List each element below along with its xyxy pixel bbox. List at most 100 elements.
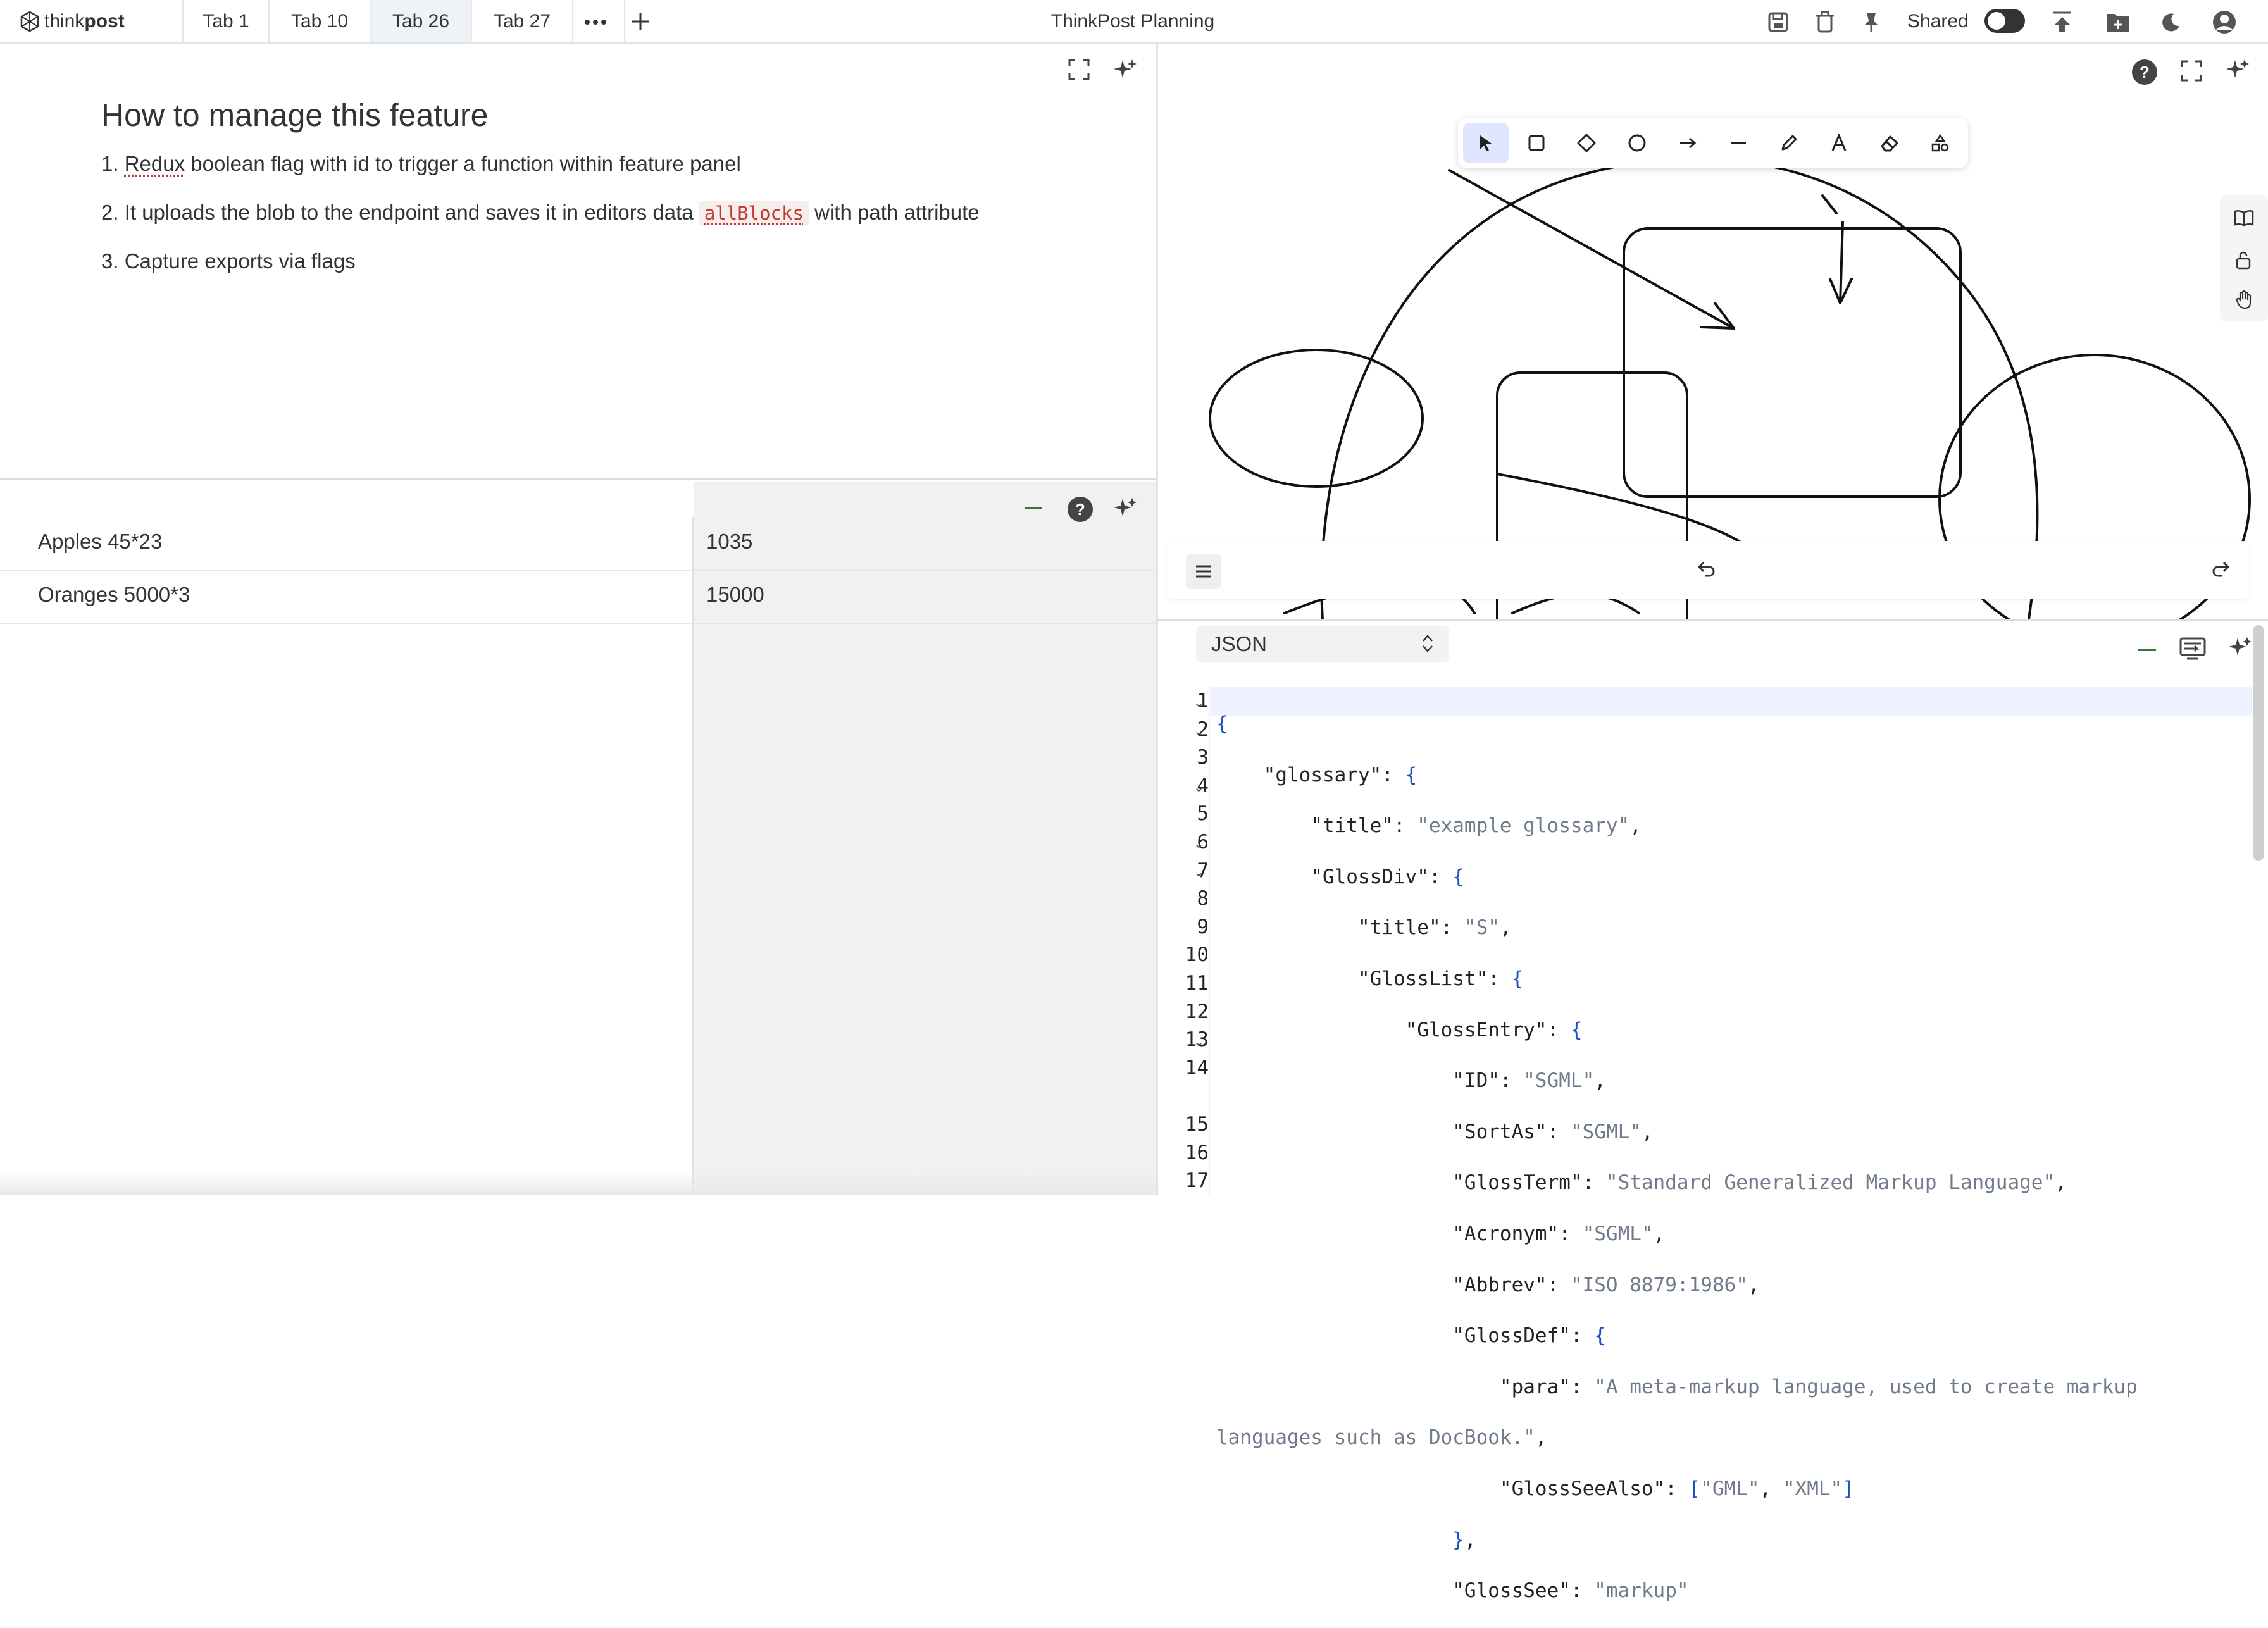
select-tool-icon[interactable] — [1463, 123, 1509, 163]
line-number: 3 — [1197, 746, 1209, 769]
doc-line-3: 3. Capture exports via flags — [101, 249, 356, 273]
chevron-updown-icon — [1421, 633, 1434, 659]
pin-icon[interactable] — [1855, 6, 1887, 38]
svg-text:?: ? — [1075, 500, 1085, 519]
line-tool-icon[interactable] — [1716, 123, 1761, 163]
canvas-footer — [1167, 541, 2249, 599]
code-line: "GlossSee": "markup" — [1216, 1579, 1689, 1603]
app-logo[interactable]: thinkpost — [19, 9, 125, 34]
dark-mode-icon[interactable] — [2155, 6, 2187, 38]
line-number: 14 — [1185, 1056, 1209, 1079]
ai-sparkle-icon[interactable] — [2225, 58, 2250, 86]
logo-text-suffix: post — [84, 11, 125, 32]
tab-1[interactable]: Tab 1 — [182, 0, 268, 42]
spreadsheet-panel: ? Apples 45*23 1035 Oranges 5000*3 15000 — [0, 482, 1156, 1195]
tab-27[interactable]: Tab 27 — [471, 0, 573, 42]
publish-upload-icon[interactable] — [2047, 6, 2078, 38]
sheet-row[interactable]: Oranges 5000*3 15000 — [0, 571, 1156, 624]
bottom-fade — [0, 1172, 1156, 1195]
user-avatar-icon[interactable] — [2209, 6, 2240, 38]
json-code-content[interactable]: { "glossary": { "title": "example glossa… — [1216, 687, 2252, 1628]
line-number-gutter: 1 2 3 4 5 6 7 8 9 10 11 12 13 14 15 16 17 — [1158, 687, 1209, 1195]
language-select-value: JSON — [1211, 632, 1268, 656]
code-line: "GlossEntry": { — [1216, 1018, 1583, 1041]
doc-heading: How to manage this feature — [101, 97, 489, 133]
minimize-icon[interactable] — [2136, 639, 2158, 664]
code-line: languages such as DocBook.", — [1216, 1426, 1547, 1450]
format-code-icon[interactable] — [2179, 637, 2206, 664]
doc-line-2-prefix: 2. It uploads the blob to the endpoint a… — [101, 201, 699, 224]
code-line: "Abbrev": "ISO 8879:1986", — [1216, 1273, 1760, 1296]
tab-label: Tab 10 — [290, 10, 349, 32]
doc-line-2: 2. It uploads the blob to the endpoint a… — [101, 201, 980, 225]
fullscreen-icon[interactable] — [2181, 60, 2202, 85]
more-tabs-icon[interactable] — [580, 6, 611, 38]
ellipse-tool-icon[interactable] — [1614, 123, 1660, 163]
tab-26[interactable]: Tab 26 — [370, 0, 471, 42]
sheet-row[interactable]: Apples 45*23 1035 — [0, 518, 1156, 571]
window-title: ThinkPost Planning — [1050, 11, 1215, 32]
line-number: 16 — [1185, 1141, 1209, 1164]
fold-chevron-icon[interactable]: ⌄ — [1193, 864, 1204, 880]
fold-chevron-icon[interactable]: ⌄ — [1193, 780, 1204, 795]
delete-icon[interactable] — [1809, 6, 1841, 38]
code-line: "title": "S", — [1216, 916, 1512, 940]
arrow-tool-icon[interactable] — [1665, 123, 1710, 163]
code-line: "ID": "SGML", — [1216, 1069, 1606, 1093]
doc-line-1: 1. Redux boolean flag with id to trigger… — [101, 152, 741, 176]
add-folder-icon[interactable] — [2102, 6, 2134, 38]
line-number: 9 — [1197, 915, 1209, 938]
hand-pan-icon[interactable] — [2235, 290, 2253, 313]
menu-icon[interactable] — [1186, 554, 1221, 589]
ai-sparkle-icon[interactable] — [2228, 635, 2253, 664]
tab-label: Tab 1 — [202, 10, 249, 32]
line-number: 5 — [1197, 802, 1209, 826]
fold-chevron-icon[interactable]: ⌄ — [1193, 1034, 1204, 1050]
sheet-cell-expression[interactable]: Oranges 5000*3 — [38, 583, 190, 607]
undo-icon[interactable] — [1697, 560, 1716, 581]
code-line: }, — [1452, 1528, 1476, 1551]
top-bar: thinkpost Tab 1 Tab 10 Tab 26 Tab 27 Thi… — [0, 0, 2268, 44]
pencil-tool-icon[interactable] — [1766, 123, 1812, 163]
lock-icon[interactable] — [2235, 251, 2252, 273]
sheet-cell-expression[interactable]: Apples 45*23 — [38, 530, 162, 554]
redo-icon[interactable] — [2211, 560, 2230, 581]
doc-line-1-rest: boolean flag with id to trigger a functi… — [185, 152, 741, 175]
add-tab-icon[interactable] — [624, 0, 656, 42]
ai-sparkle-icon[interactable] — [1112, 58, 1138, 86]
doc-line-1-redux: Redux — [124, 152, 185, 175]
code-line: "title": "example glossary", — [1216, 814, 1642, 838]
language-select[interactable]: JSON — [1196, 626, 1449, 662]
code-line: "para": "A meta-markup language, used to… — [1216, 1375, 2138, 1398]
line-number: 10 — [1185, 943, 1209, 967]
doc-inline-code: allBlocks — [699, 201, 809, 225]
rectangle-tool-icon[interactable] — [1514, 123, 1559, 163]
fold-chevron-icon[interactable]: ⌄ — [1193, 836, 1204, 852]
code-line: "GlossDiv": { — [1216, 865, 1464, 888]
shared-label: Shared — [1907, 11, 1969, 32]
library-book-icon[interactable] — [2234, 209, 2254, 230]
line-number: 11 — [1185, 971, 1209, 995]
help-icon[interactable]: ? — [2131, 59, 2158, 89]
code-line: { — [1216, 712, 1228, 735]
tab-10[interactable]: Tab 10 — [268, 0, 370, 42]
code-line: "GlossDef": { — [1216, 1324, 1606, 1348]
shared-toggle[interactable] — [1984, 9, 2025, 33]
doc-line-2-suffix: with path attribute — [808, 201, 980, 224]
eraser-tool-icon[interactable] — [1867, 123, 1912, 163]
diamond-tool-icon[interactable] — [1564, 123, 1610, 163]
shapes-library-icon[interactable] — [1917, 123, 1963, 163]
code-line: "GlossList": { — [1216, 967, 1524, 990]
save-icon[interactable] — [1762, 6, 1794, 38]
code-line: "GlossTerm": "Standard Generalized Marku… — [1216, 1171, 2067, 1195]
json-scrollbar[interactable] — [2253, 625, 2264, 861]
code-line: "SortAs": "SGML", — [1216, 1120, 1654, 1143]
toggle-knob — [1988, 12, 2005, 30]
fold-chevron-icon[interactable]: ⌄ — [1193, 695, 1204, 711]
fold-chevron-icon[interactable]: ⌄ — [1193, 723, 1204, 739]
doc-line-1-prefix: 1. — [101, 152, 125, 175]
line-number: 17 — [1185, 1169, 1209, 1193]
gutter-divider — [1209, 687, 1210, 1195]
fullscreen-icon[interactable] — [1068, 59, 1090, 84]
text-tool-icon[interactable] — [1817, 123, 1862, 163]
